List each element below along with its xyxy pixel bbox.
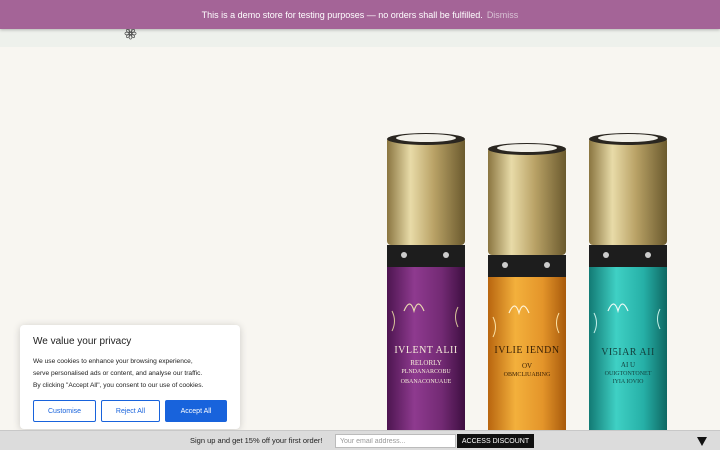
signup-text: Sign up and get 15% off your first order… xyxy=(190,436,323,445)
site-header xyxy=(0,27,720,47)
bottle-label-line: RELORLY xyxy=(410,359,442,367)
bottle-label-title: VI5IAR AII xyxy=(601,347,655,358)
cookie-consent-line: serve personalised ads or content, and a… xyxy=(33,370,203,377)
bottle-label-line: OBANACONUAUE xyxy=(400,379,452,385)
bottle-label-line: AI U xyxy=(620,361,636,369)
dismiss-link[interactable]: Dismiss xyxy=(487,10,519,20)
bottle-label-line: OBMCLIUABING xyxy=(503,372,551,378)
cookie-consent-popup: We value your privacy We use cookies to … xyxy=(20,325,240,429)
access-discount-button[interactable]: ACCESS DISCOUNT xyxy=(457,434,534,448)
product-bottle-teal: VI5IAR AII AI U OUIGTONTONET IYIA IOVIO xyxy=(586,131,670,430)
bottle-label-title: IVLENT ALII xyxy=(394,345,458,356)
bottle-label-line: OUIGTONTONET xyxy=(604,371,652,377)
email-input[interactable] xyxy=(335,434,456,448)
demo-notice-text: This is a demo store for testing purpose… xyxy=(201,9,483,20)
bottle-label-line: PLNDANARCOBU xyxy=(401,369,451,375)
product-bottle-orange: IVLIE IENDN OV OBMCLIUABING xyxy=(485,141,569,430)
product-bottle-purple: IVLENT ALII RELORLY PLNDANARCOBU OBANACO… xyxy=(384,131,468,430)
bottle-label-title: IVLIE IENDN xyxy=(494,345,560,356)
reject-all-button[interactable]: Reject All xyxy=(101,400,160,422)
cookie-consent-line: We use cookies to enhance your browsing … xyxy=(33,358,193,365)
accept-all-button[interactable]: Accept All xyxy=(165,400,227,422)
cookie-consent-line: By clicking "Accept All", you consent to… xyxy=(33,382,204,389)
cookie-consent-title: We value your privacy xyxy=(33,336,132,347)
demo-store-notice: This is a demo store for testing purpose… xyxy=(0,0,720,29)
bottle-label-line: IYIA IOVIO xyxy=(612,379,644,385)
triangle-down-icon[interactable] xyxy=(697,437,707,446)
cookie-consent-buttons: Customise Reject All Accept All xyxy=(33,400,227,422)
bottle-label-line: OV xyxy=(521,362,533,370)
customise-button[interactable]: Customise xyxy=(33,400,96,422)
signup-discount-bar: Sign up and get 15% off your first order… xyxy=(0,430,720,450)
